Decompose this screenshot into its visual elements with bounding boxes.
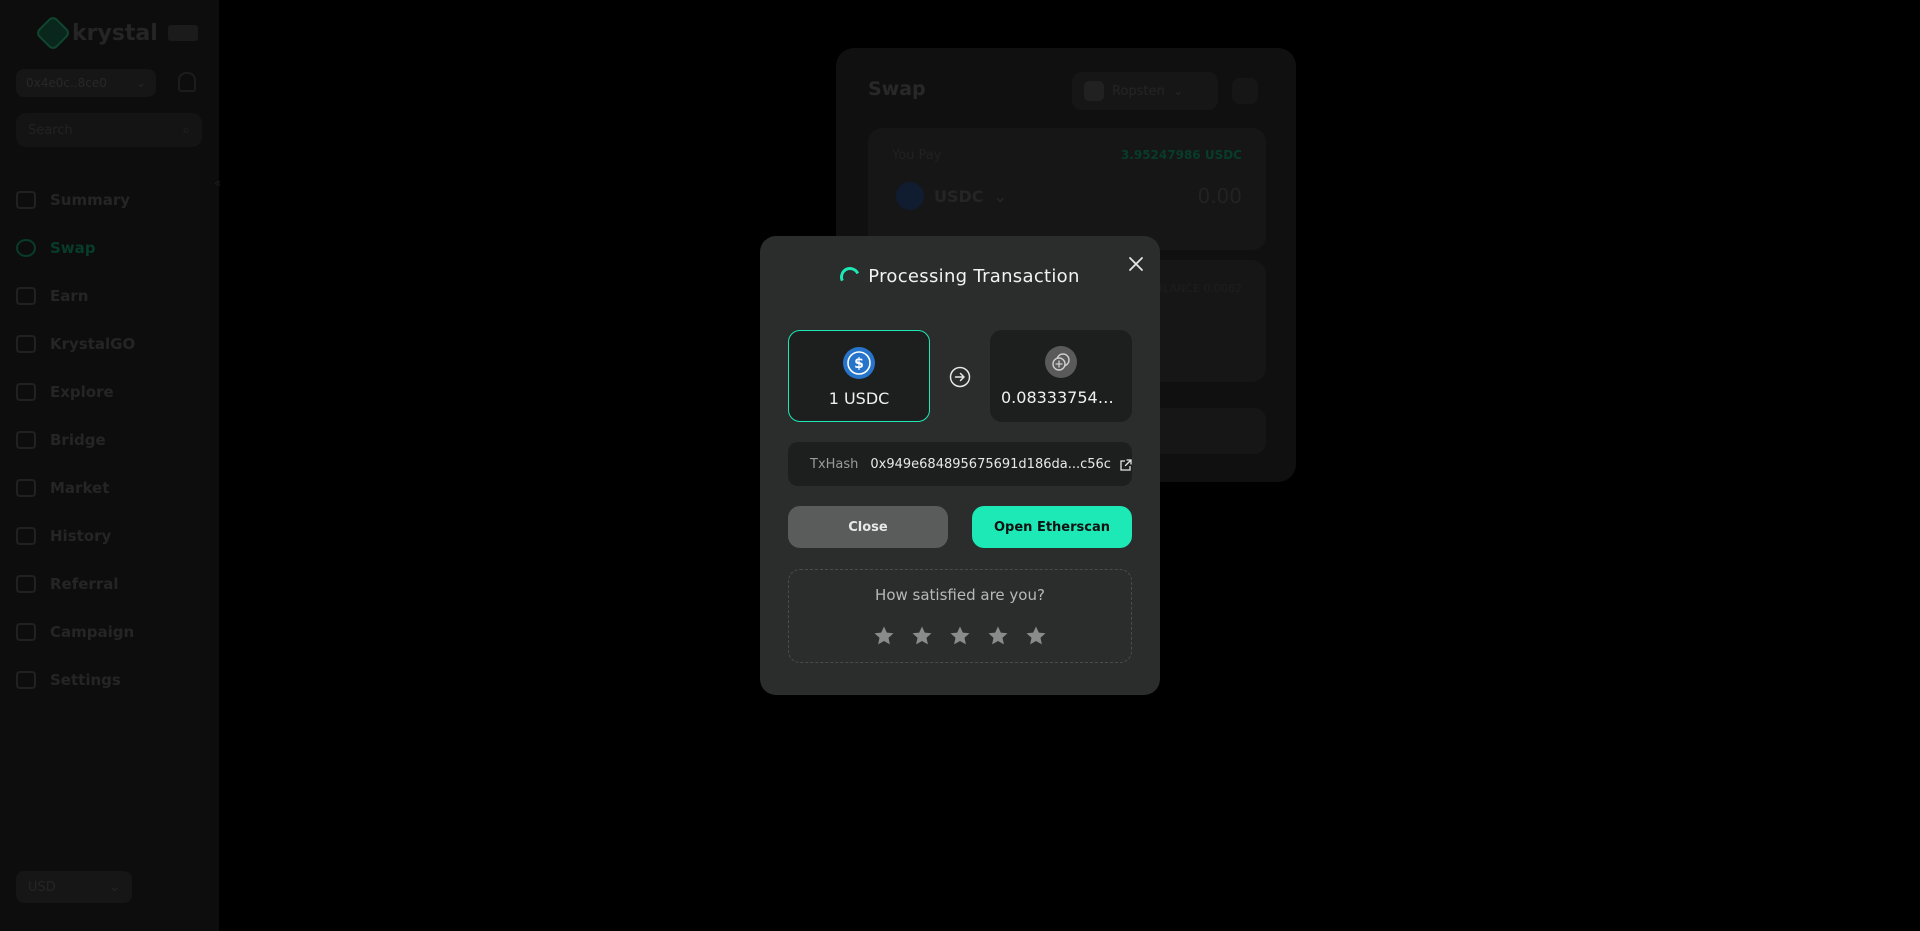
to-amount: 0.083337544... [1001,388,1121,407]
txhash-value[interactable]: 0x949e684895675691d186da...c56c [870,457,1111,472]
external-link-icon[interactable] [1119,457,1133,471]
from-token-card: $ 1 USDC [788,330,930,422]
from-amount: 1 USDC [828,389,890,408]
txhash-label: TxHash [810,456,859,472]
svg-text:$: $ [854,356,864,372]
modal-title-text: Processing Transaction [868,266,1080,287]
to-token-card: 0.083337544... [990,330,1132,422]
star-icon[interactable] [986,624,1010,648]
spinner-icon [837,263,864,290]
processing-modal: Processing Transaction $ 1 USDC 0.083337… [760,236,1160,695]
star-icon[interactable] [872,624,896,648]
star-rating [789,624,1131,648]
modal-title: Processing Transaction [760,263,1160,290]
rating-box: How satisfied are you? [788,569,1132,663]
usdc-icon: $ [843,347,875,379]
arrow-right-circle-icon [949,366,971,388]
star-icon[interactable] [1024,624,1048,648]
star-icon[interactable] [948,624,972,648]
open-etherscan-button[interactable]: Open Etherscan [972,506,1132,548]
close-button[interactable]: Close [788,506,948,548]
txhash-row: TxHash 0x949e684895675691d186da...c56c [788,442,1132,486]
star-icon[interactable] [910,624,934,648]
eth-icon [1045,346,1077,378]
rating-question: How satisfied are you? [875,586,1045,604]
